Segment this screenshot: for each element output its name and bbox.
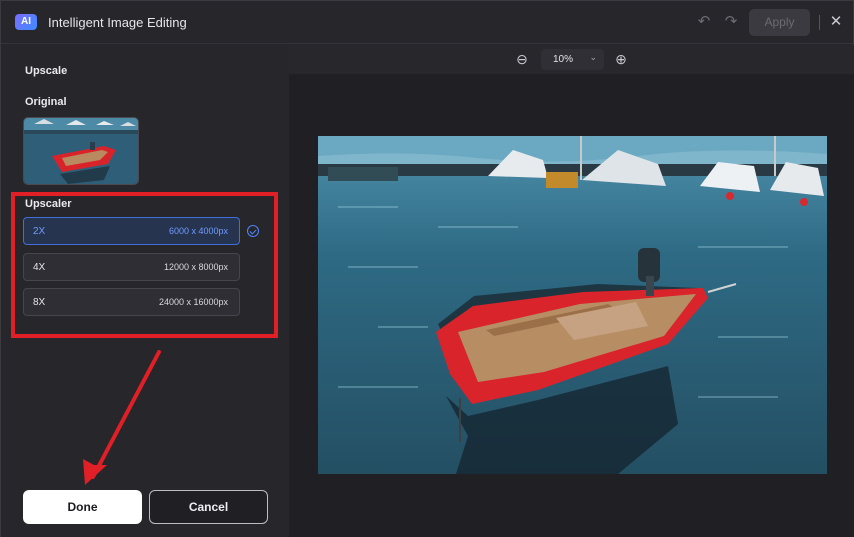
option-label: 8X [33, 297, 46, 308]
boat-photo-image [318, 136, 827, 474]
upscale-option-8x[interactable]: 8X 24000 x 16000px [23, 288, 240, 316]
option-size: 12000 x 8000px [163, 262, 228, 272]
apply-button[interactable]: Apply [749, 9, 810, 36]
upscale-option-4x[interactable]: 4X 12000 x 8000px [23, 253, 240, 281]
option-size: 6000 x 4000px [168, 226, 228, 236]
preview-panel: ⊖ 10% ⌄ ⊕ [289, 45, 854, 537]
zoom-in-icon[interactable]: ⊕ [612, 50, 630, 68]
upscale-option-2x[interactable]: 2X 6000 x 4000px [23, 217, 240, 245]
selected-check-icon [247, 225, 259, 237]
original-thumbnail [23, 117, 139, 185]
zoom-toolbar: ⊖ 10% ⌄ ⊕ [289, 45, 854, 74]
undo-icon[interactable]: ↶ [695, 13, 713, 31]
option-label: 4X [33, 262, 46, 273]
close-icon[interactable]: ✕ [827, 13, 845, 31]
done-button[interactable]: Done [23, 490, 142, 524]
upscaler-heading: Upscaler [25, 198, 72, 210]
title-bar: AI Intelligent Image Editing ↶ ↷ Apply ✕ [1, 1, 853, 44]
zoom-out-icon[interactable]: ⊖ [513, 50, 531, 68]
chevron-down-icon: ⌄ [589, 52, 597, 62]
upscale-heading: Upscale [25, 65, 68, 77]
redo-icon[interactable]: ↷ [722, 13, 740, 31]
original-heading: Original [25, 96, 67, 108]
zoom-value: 10% [553, 54, 574, 65]
preview-image [318, 136, 827, 474]
zoom-level-select[interactable]: 10% ⌄ [541, 49, 604, 70]
title-divider [819, 15, 820, 30]
option-size: 24000 x 16000px [158, 297, 228, 307]
option-label: 2X [33, 226, 46, 237]
window-title: Intelligent Image Editing [48, 15, 187, 30]
boat-thumbnail-image [24, 118, 138, 184]
app-logo-icon: AI [15, 14, 37, 30]
settings-panel: Upscale Original Upscaler 2X 6000 x 4000… [1, 45, 289, 537]
cancel-button[interactable]: Cancel [149, 490, 268, 524]
app-window: AI Intelligent Image Editing ↶ ↷ Apply ✕… [0, 0, 854, 537]
